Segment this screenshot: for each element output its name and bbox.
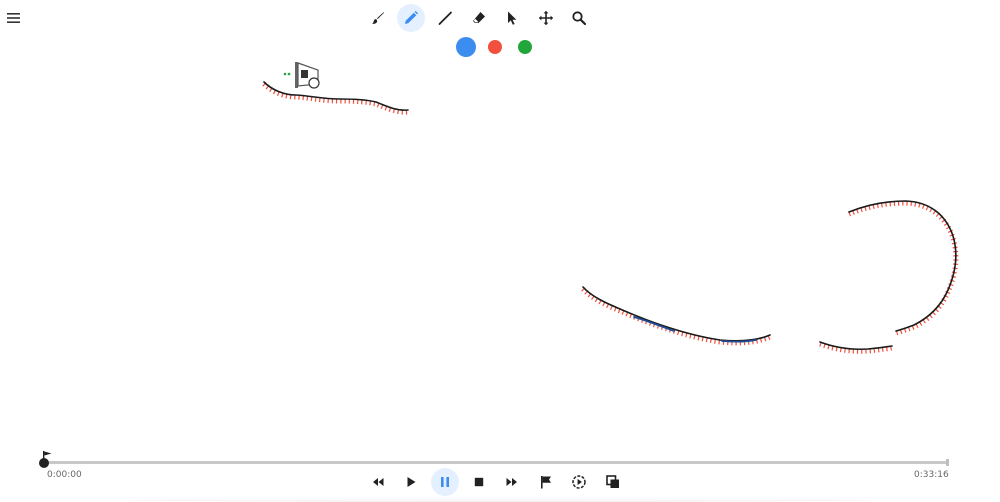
pen-tool[interactable]	[397, 4, 425, 32]
eraser-tool[interactable]	[465, 4, 493, 32]
drawn-stroke	[262, 81, 409, 115]
magnifier-icon	[572, 11, 587, 26]
stroke-line	[819, 341, 893, 351]
move-arrows-icon	[538, 10, 554, 26]
stop-button[interactable]	[465, 468, 493, 496]
copy-button[interactable]	[599, 468, 627, 496]
drawing-canvas[interactable]	[0, 40, 1000, 450]
stroke-line	[848, 200, 957, 332]
pause-icon	[441, 477, 449, 487]
stroke-hatch	[848, 200, 959, 336]
fast-forward-icon	[506, 478, 517, 486]
replay-button[interactable]	[565, 468, 593, 496]
blue-stroke-segment	[633, 316, 757, 343]
pen-cursor-overlay	[283, 62, 320, 89]
hamburger-menu-icon	[7, 13, 20, 23]
stroke-line	[582, 286, 771, 342]
pause-button[interactable]	[431, 468, 459, 496]
handle-dot	[283, 72, 287, 76]
cursor-box-icon	[301, 70, 308, 78]
brush-icon	[372, 12, 384, 24]
stroke-hatch	[581, 287, 771, 346]
grab-hand-icon	[308, 77, 320, 89]
fast-forward-button[interactable]	[498, 468, 526, 496]
strokes-layer	[262, 81, 959, 354]
menu-button[interactable]	[0, 4, 28, 32]
line-icon	[438, 11, 452, 25]
rewind-button[interactable]	[364, 468, 392, 496]
stop-icon	[474, 477, 484, 487]
stroke-line	[263, 81, 409, 111]
total-time: 0:33:16	[914, 470, 949, 480]
eraser-icon	[473, 12, 485, 23]
bottom-shadow	[130, 498, 870, 502]
copy-icon	[606, 475, 619, 488]
play-icon	[407, 477, 416, 487]
select-tool[interactable]	[498, 4, 526, 32]
timeline-end-marker	[946, 459, 949, 466]
line-tool[interactable]	[431, 4, 459, 32]
move-tool[interactable]	[532, 4, 560, 32]
play-button[interactable]	[397, 468, 425, 496]
bookmark-button[interactable]	[532, 468, 560, 496]
timeline-track[interactable]	[44, 461, 948, 464]
rewind-icon	[373, 478, 384, 486]
stroke-hatch	[262, 82, 409, 115]
current-time: 0:00:00	[47, 470, 82, 480]
replay-icon	[572, 475, 586, 489]
drawn-stroke	[581, 286, 771, 346]
drawn-stroke	[848, 200, 959, 336]
zoom-tool[interactable]	[565, 4, 593, 32]
pencil-icon	[405, 10, 419, 24]
timeline-scrubber-handle[interactable]	[39, 458, 49, 468]
handle-dot	[287, 72, 291, 76]
brush-tool[interactable]	[364, 4, 392, 32]
cursor-arrow-icon	[508, 11, 517, 25]
drawn-stroke	[819, 341, 893, 354]
flag-icon	[541, 476, 551, 489]
